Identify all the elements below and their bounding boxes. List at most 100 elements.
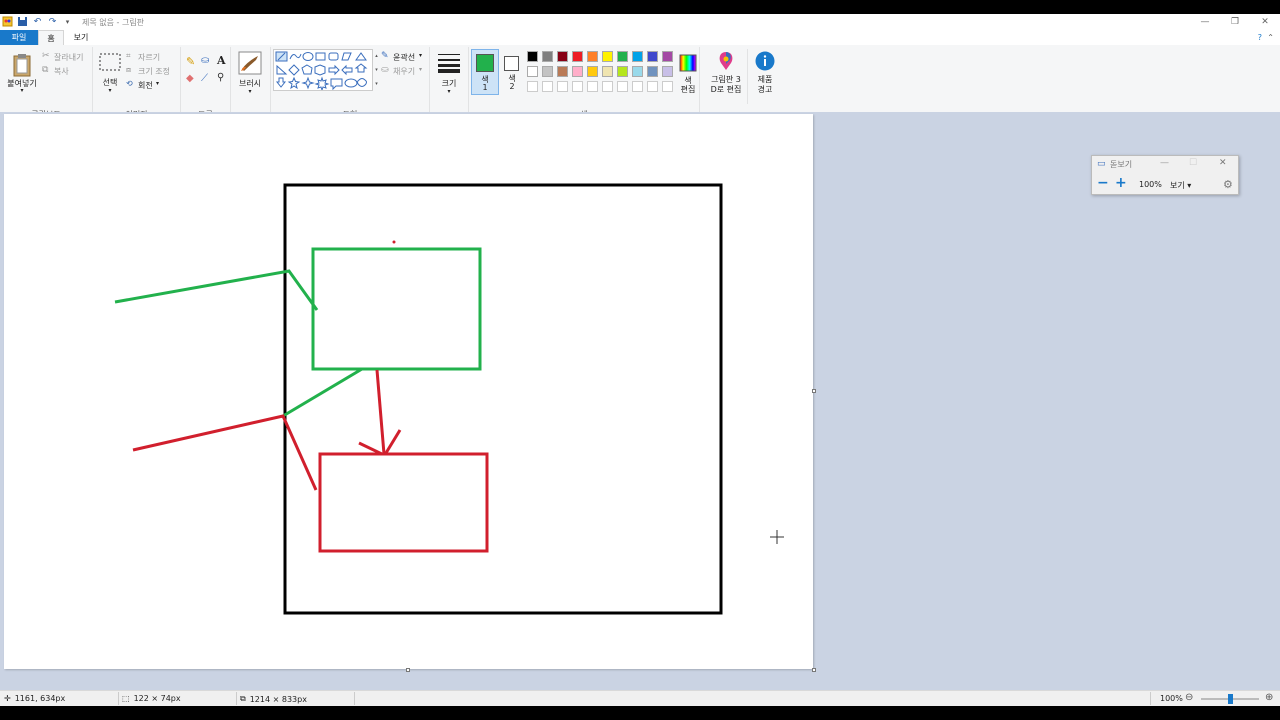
palette-color[interactable] <box>647 81 658 92</box>
resize-button[interactable]: ⧈ 크기 조정 <box>126 65 178 77</box>
zoom-slider[interactable] <box>1201 694 1259 704</box>
tab-home[interactable]: 홈 <box>38 30 64 45</box>
redo-icon[interactable]: ↷ <box>47 16 58 27</box>
rotate-dropdown-icon[interactable]: ▾ <box>156 80 159 87</box>
brushes-dropdown-icon[interactable]: ▾ <box>234 88 266 95</box>
outline-dropdown-icon[interactable]: ▾ <box>419 52 422 59</box>
fill-label: 채우기 <box>393 67 416 76</box>
palette-color[interactable] <box>557 81 568 92</box>
navigator-maximize-button[interactable]: ☐ <box>1189 158 1197 168</box>
crop-button[interactable]: ⌗ 자르기 <box>126 51 178 63</box>
size-button[interactable]: 크기 ▾ <box>434 49 464 104</box>
customize-qat-icon[interactable]: ▾ <box>62 16 73 27</box>
palette-color[interactable] <box>557 51 568 62</box>
palette-color[interactable] <box>527 81 538 92</box>
restore-button[interactable]: ❐ <box>1220 14 1250 30</box>
palette-color[interactable] <box>617 81 628 92</box>
palette-color[interactable] <box>572 81 583 92</box>
gear-icon[interactable]: ⚙ <box>1223 178 1233 191</box>
help-icon[interactable]: ? <box>1258 33 1262 42</box>
shapes-gallery[interactable] <box>273 49 373 91</box>
brushes-button[interactable]: 브러시 ▾ <box>234 49 266 104</box>
cut-button[interactable]: ✂ 잘라내기 <box>42 51 92 63</box>
colors-group: 색 1 색 2 색 편집 색 <box>468 47 700 122</box>
tab-view[interactable]: 보기 <box>66 30 96 45</box>
pencil-icon[interactable]: ✎ <box>186 55 195 68</box>
status-zoom-in-icon[interactable]: ⊕ <box>1265 692 1273 703</box>
color2-button[interactable]: 색 2 <box>501 49 523 95</box>
palette-color[interactable] <box>572 51 583 62</box>
navigator-close-button[interactable]: ✕ <box>1219 158 1227 168</box>
navigator-view-dropdown[interactable]: 보기 ▾ <box>1170 180 1191 191</box>
size-dropdown-icon[interactable]: ▾ <box>434 88 464 95</box>
eraser-icon[interactable]: ◆ <box>186 73 194 84</box>
outline-button[interactable]: ✎ 윤곽선 ▾ <box>381 51 429 63</box>
cut-label: 잘라내기 <box>54 53 84 62</box>
fill-button[interactable]: ⛀ 채우기 ▾ <box>381 65 429 77</box>
palette-color[interactable] <box>632 66 643 77</box>
palette-color[interactable] <box>662 51 673 62</box>
palette-color[interactable] <box>542 81 553 92</box>
palette-color[interactable] <box>527 66 538 77</box>
palette-color[interactable] <box>587 51 598 62</box>
color-picker-icon[interactable]: ⟋ <box>201 73 208 84</box>
palette-color[interactable] <box>542 51 553 62</box>
zoom-in-icon[interactable]: + <box>1115 176 1127 190</box>
paste-dropdown-icon[interactable]: ▾ <box>4 87 40 94</box>
edit-with-paint3d-button[interactable]: 그림판 3 D로 편집 <box>704 49 748 104</box>
fill-dropdown-icon[interactable]: ▾ <box>419 66 422 73</box>
palette-color[interactable] <box>587 66 598 77</box>
palette-color[interactable] <box>542 66 553 77</box>
resize-label: 크기 조정 <box>138 67 170 76</box>
edit-colors-button[interactable]: 색 편집 <box>675 49 701 95</box>
crop-label: 자르기 <box>138 53 161 62</box>
fill-bucket-icon[interactable]: ⛀ <box>201 55 209 66</box>
palette-color[interactable] <box>557 66 568 77</box>
palette-color[interactable] <box>602 51 613 62</box>
palette-color[interactable] <box>662 66 673 77</box>
select-dropdown-icon[interactable]: ▾ <box>97 87 123 94</box>
palette-color[interactable] <box>632 81 643 92</box>
zoom-slider-thumb[interactable] <box>1228 694 1233 704</box>
palette-color[interactable] <box>527 51 538 62</box>
resize-handle-right[interactable] <box>812 389 816 393</box>
color1-button[interactable]: 색 1 <box>471 49 499 95</box>
palette-color[interactable] <box>632 51 643 62</box>
resize-handle-corner[interactable] <box>812 668 816 672</box>
shapes-scroll[interactable]: ▴ ▾ ▾ <box>373 49 380 91</box>
clipboard-icon <box>13 54 31 77</box>
palette-color[interactable] <box>617 66 628 77</box>
drawing-canvas[interactable] <box>4 114 813 669</box>
resize-handle-bottom[interactable] <box>406 668 410 672</box>
copy-button[interactable]: ⧉ 복사 <box>42 65 92 77</box>
canvas-size: ⧉ 1214 × 833px <box>240 694 307 704</box>
minimize-button[interactable]: — <box>1190 14 1220 30</box>
drawing-svg <box>114 183 784 615</box>
palette-color[interactable] <box>662 81 673 92</box>
zoom-out-icon[interactable]: − <box>1097 176 1109 190</box>
palette-color[interactable] <box>602 81 613 92</box>
magnifier-icon[interactable]: ⚲ <box>217 72 224 83</box>
product-alert-button[interactable]: 제품 경고 <box>750 49 780 104</box>
window-title: 제목 없음 - 그림판 <box>82 18 145 27</box>
text-icon[interactable]: A <box>217 54 226 67</box>
tab-file[interactable]: 파일 <box>0 30 38 45</box>
palette-color[interactable] <box>647 66 658 77</box>
palette-color[interactable] <box>647 51 658 62</box>
undo-icon[interactable]: ↶ <box>32 16 43 27</box>
selection-size-icon: ⬚ <box>122 694 130 703</box>
save-icon[interactable] <box>17 16 28 27</box>
palette-color[interactable] <box>587 81 598 92</box>
navigator-minimize-button[interactable]: — <box>1160 158 1169 168</box>
ribbon-collapse-icon[interactable]: ⌃ <box>1267 33 1274 42</box>
palette-color[interactable] <box>602 66 613 77</box>
workspace <box>0 112 1280 690</box>
rotate-icon: ⟲ <box>126 79 133 88</box>
close-button[interactable]: ✕ <box>1250 14 1280 30</box>
palette-color[interactable] <box>617 51 628 62</box>
palette-color[interactable] <box>572 66 583 77</box>
status-zoom-out-icon[interactable]: ⊖ <box>1185 692 1193 703</box>
paste-button[interactable]: 붙여넣기 ▾ <box>4 49 40 99</box>
rotate-button[interactable]: ⟲ 회전 ▾ <box>126 79 178 91</box>
select-button[interactable]: 선택 ▾ <box>97 51 123 99</box>
